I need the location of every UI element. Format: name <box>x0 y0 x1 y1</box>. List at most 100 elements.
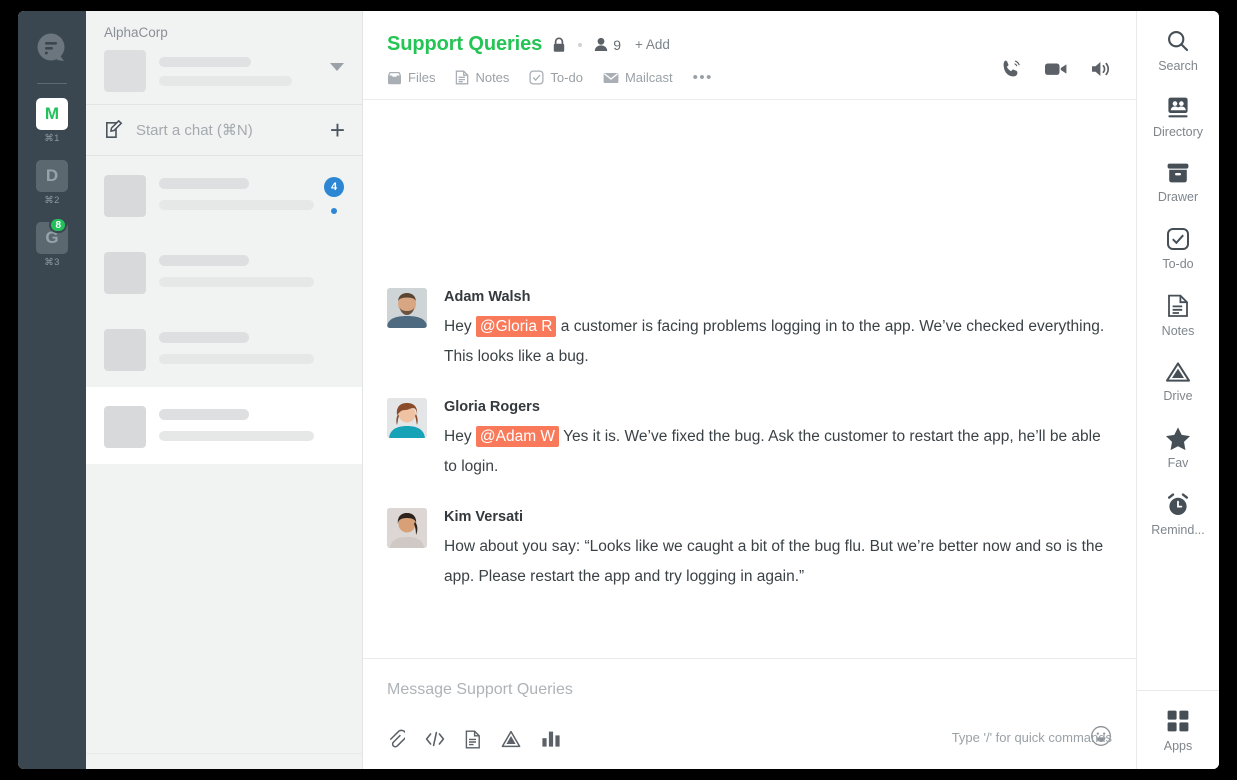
avatar <box>104 50 146 92</box>
mention-chip[interactable]: @Adam W <box>475 426 560 447</box>
search-icon <box>1166 29 1190 53</box>
mention-chip[interactable]: @Gloria R <box>475 316 557 337</box>
workspace-item-g[interactable]: 8 G ⌘3 <box>36 217 68 268</box>
checkbox-icon <box>529 70 544 85</box>
drive-icon[interactable] <box>501 730 521 748</box>
message-author: Adam Walsh <box>444 289 531 305</box>
quick-commands-hint: Type '/' for quick commands <box>951 730 1112 745</box>
avatar <box>104 406 146 448</box>
list-item[interactable] <box>86 310 362 387</box>
unread-dot <box>331 208 337 214</box>
chat-list-panel: AlphaCorp Start a chat (⌘N) + 4 <box>86 11 363 769</box>
alarm-clock-icon <box>1166 493 1190 517</box>
message-text: Hey @Adam W Yes it is. We’ve fixed the b… <box>444 422 1112 482</box>
tools-item-directory[interactable]: Directory <box>1137 96 1219 139</box>
workspace-rail: M ⌘1 D ⌘2 8 G ⌘3 <box>18 11 86 769</box>
tab-mailcast[interactable]: Mailcast <box>603 70 673 85</box>
tab-todo[interactable]: To-do <box>529 70 583 85</box>
tools-item-reminders[interactable]: Remind... <box>1137 493 1219 537</box>
skeleton-lines <box>159 329 344 364</box>
tab-label: To-do <box>550 70 583 85</box>
tab-files[interactable]: Files <box>387 70 435 85</box>
unread-count-badge: 4 <box>324 177 344 197</box>
separator-dot <box>578 42 583 47</box>
attach-icon[interactable] <box>387 729 405 749</box>
tools-item-notes[interactable]: Notes <box>1137 294 1219 338</box>
notes-icon <box>1167 294 1189 318</box>
chevron-down-icon[interactable] <box>330 63 344 71</box>
tools-item-drive[interactable]: Drive <box>1137 361 1219 403</box>
message-text: How about you say: “Looks like we caught… <box>444 538 1104 585</box>
more-options-icon[interactable]: ••• <box>693 69 713 86</box>
header-actions <box>1000 58 1112 80</box>
poll-icon[interactable] <box>541 730 561 748</box>
document-icon[interactable] <box>465 730 481 749</box>
message-input[interactable]: Message Support Queries <box>387 681 1112 699</box>
mail-icon <box>603 72 619 84</box>
tools-item-todo[interactable]: To-do <box>1137 227 1219 271</box>
title-row: Support Queries 9 + Add <box>387 33 1112 56</box>
start-chat-label: Start a chat (⌘N) <box>136 122 253 139</box>
adam-walsh-avatar <box>387 288 427 328</box>
plus-icon[interactable]: + <box>330 117 345 143</box>
drive-icon <box>1165 361 1191 383</box>
lock-icon <box>552 37 566 53</box>
conversation-panel: Support Queries 9 + Add Files Notes To-d… <box>363 11 1136 769</box>
notes-icon <box>455 70 469 85</box>
directory-icon <box>1166 96 1190 119</box>
app-window: M ⌘1 D ⌘2 8 G ⌘3 AlphaCorp Start a chat … <box>18 11 1219 769</box>
workspace-shortcut: ⌘1 <box>44 133 60 144</box>
audio-call-icon[interactable] <box>1000 58 1022 80</box>
skeleton-lines <box>159 56 346 86</box>
avatar <box>104 329 146 371</box>
tools-item-drawer[interactable]: Drawer <box>1137 162 1219 204</box>
message-author: Kim Versati <box>444 509 523 525</box>
message-body: Gloria Rogers Hey @Adam W Yes it is. We’… <box>444 398 1112 482</box>
message-text: Hey @Gloria R a customer is facing probl… <box>444 312 1112 372</box>
workspace-item-d[interactable]: D ⌘2 <box>36 160 68 206</box>
tools-item-label: Directory <box>1152 125 1203 139</box>
person-icon <box>594 37 608 52</box>
speaker-icon[interactable] <box>1090 60 1112 78</box>
kim-versati-avatar <box>387 508 427 548</box>
tab-notes[interactable]: Notes <box>455 70 509 85</box>
list-item-selected[interactable] <box>86 387 362 464</box>
skeleton-lines <box>159 175 344 210</box>
workspace-tile[interactable]: D <box>36 160 68 192</box>
avatar <box>104 252 146 294</box>
message-author: Gloria Rogers <box>444 399 540 415</box>
organization-profile-row[interactable] <box>104 50 346 92</box>
gloria-rogers-avatar <box>387 398 427 438</box>
page-title: Support Queries <box>387 33 543 55</box>
start-chat-row[interactable]: Start a chat (⌘N) + <box>86 105 362 156</box>
organization-name: AlphaCorp <box>104 25 168 40</box>
video-call-icon[interactable] <box>1044 60 1068 78</box>
tools-item-fav[interactable]: Fav <box>1137 426 1219 470</box>
tools-item-label: Notes <box>1161 324 1195 338</box>
member-count: 9 <box>613 36 621 53</box>
message-composer[interactable]: Message Support Queries Type '/' for qui… <box>363 658 1136 769</box>
workspace-item-m[interactable]: M ⌘1 <box>36 98 68 144</box>
workspace-shortcut: ⌘2 <box>44 195 60 206</box>
tools-rail: Search Directory Drawer To-do Notes Driv… <box>1136 11 1219 769</box>
chat-items: 4 <box>86 156 362 753</box>
code-icon[interactable] <box>425 731 445 747</box>
add-member-button[interactable]: + Add <box>635 37 670 52</box>
workspace-tile[interactable]: M <box>36 98 68 130</box>
list-bottom-spacer <box>86 753 362 769</box>
tab-label: Mailcast <box>624 70 673 85</box>
rail-divider <box>37 83 67 84</box>
drawer-icon <box>1166 162 1190 184</box>
tools-item-search[interactable]: Search <box>1137 29 1219 73</box>
list-item[interactable]: 4 <box>86 156 362 233</box>
organization-block[interactable]: AlphaCorp <box>86 11 362 105</box>
list-item[interactable] <box>86 233 362 310</box>
tools-item-label: Fav <box>1167 456 1189 470</box>
star-icon <box>1165 426 1191 450</box>
tools-item-label: Search <box>1158 59 1198 73</box>
tools-item-label: To-do <box>1162 257 1194 271</box>
skeleton-lines <box>159 406 344 441</box>
conversation-header: Support Queries 9 + Add Files Notes To-d… <box>363 11 1136 100</box>
avatar <box>104 175 146 217</box>
tools-item-apps[interactable]: Apps <box>1137 690 1219 769</box>
